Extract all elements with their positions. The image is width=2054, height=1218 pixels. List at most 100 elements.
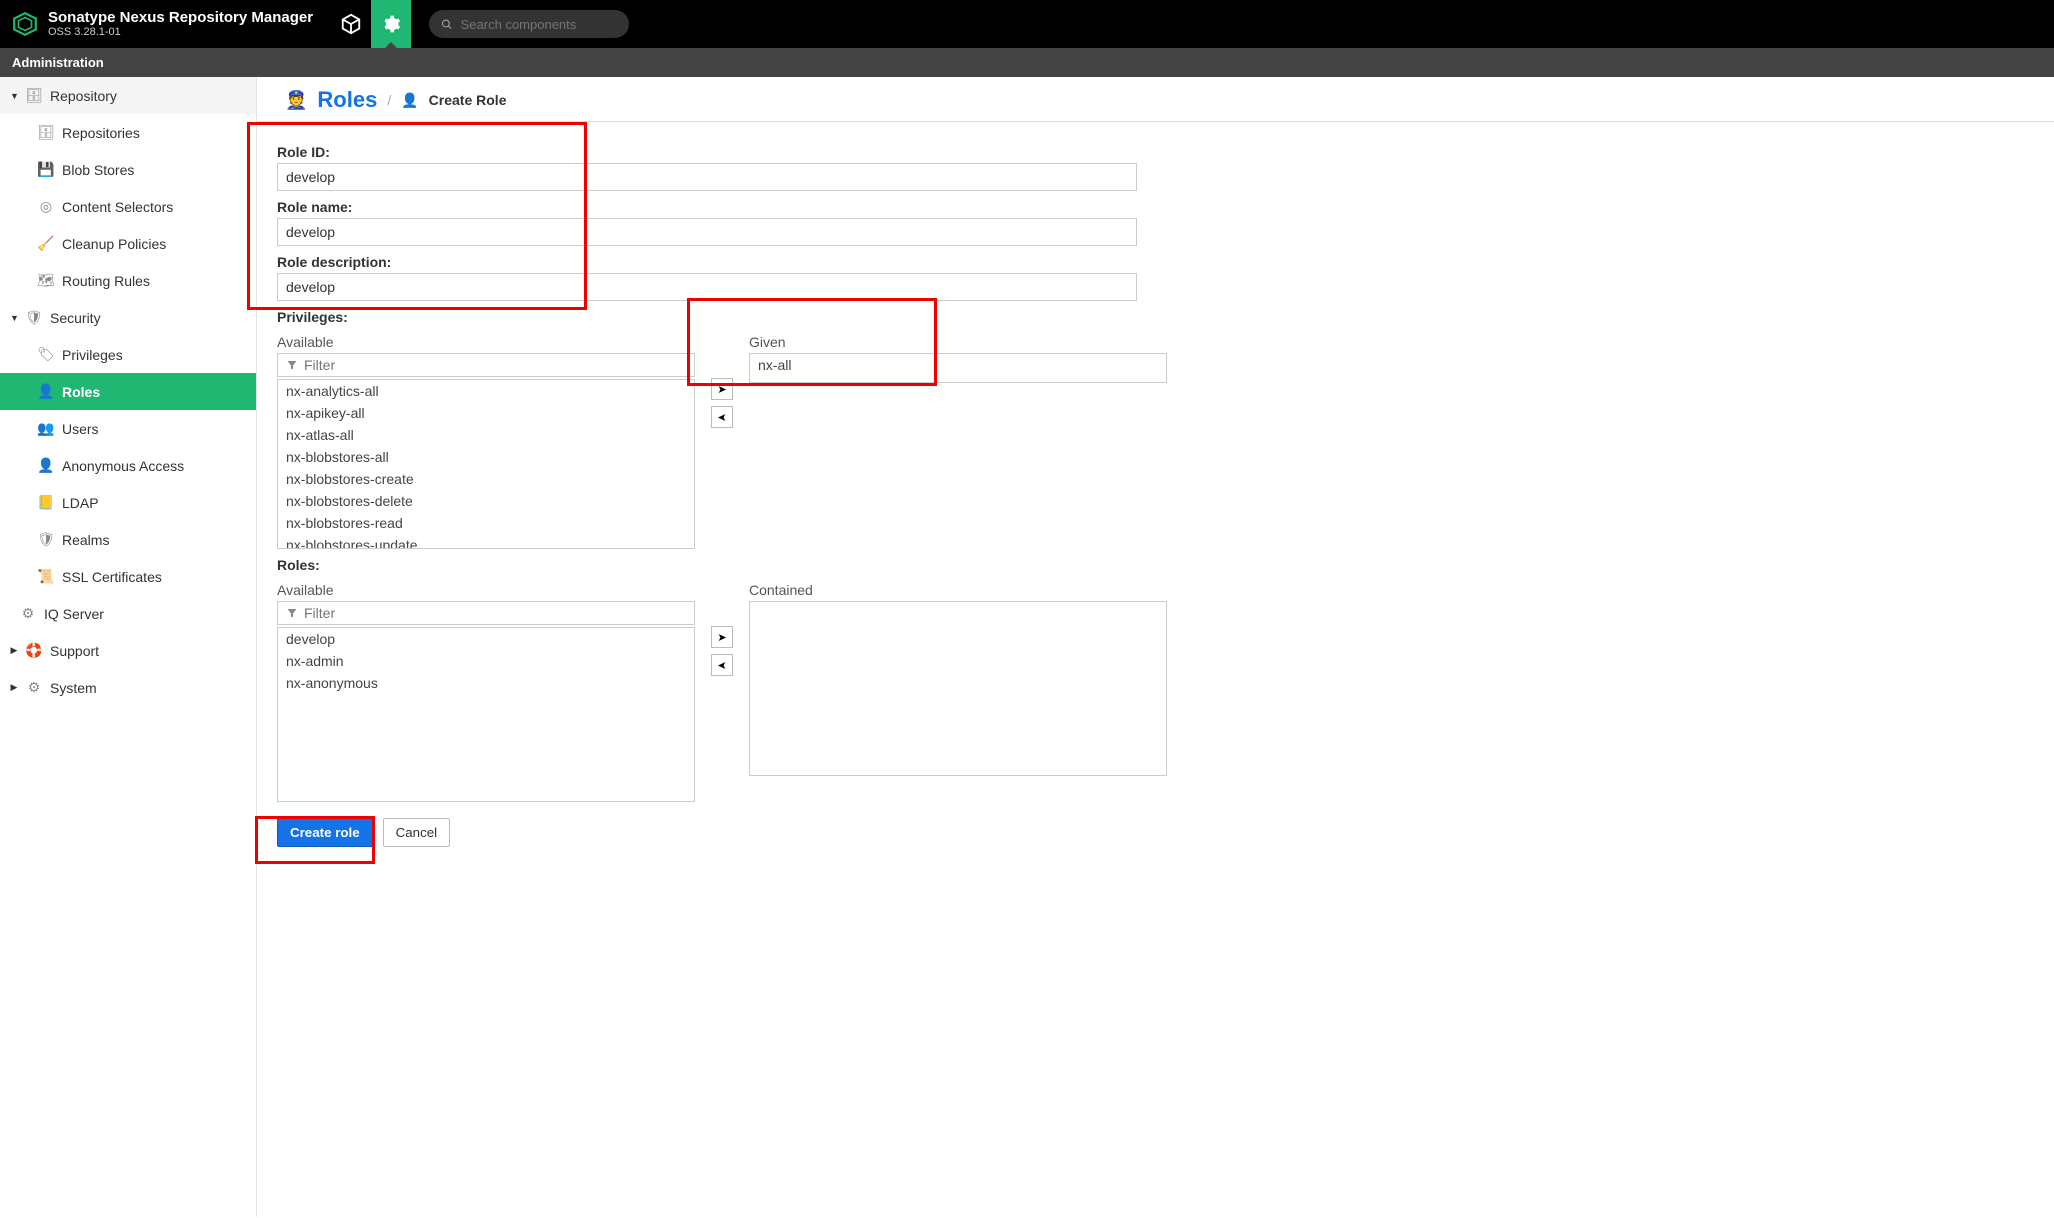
sidebar-group-security[interactable]: ▼ 🛡 Security	[0, 299, 256, 336]
list-item[interactable]: nx-blobstores-delete	[278, 490, 694, 512]
privileges-available-list[interactable]: nx-analytics-allnx-apikey-allnx-atlas-al…	[277, 379, 695, 549]
available-label: Available	[277, 334, 695, 350]
list-item[interactable]: nx-analytics-all	[278, 380, 694, 402]
database-icon: 🗄	[38, 124, 54, 141]
move-right-button[interactable]: ➤	[711, 378, 733, 400]
admin-subbar: Administration	[0, 48, 2054, 77]
sidebar-group-system[interactable]: ▶ ⚙ System	[0, 669, 256, 706]
sidebar-group-label: System	[50, 680, 97, 696]
sidebar-group-iq-server[interactable]: ⚙ IQ Server	[0, 595, 256, 632]
database-icon: 🗄	[26, 87, 42, 104]
move-left-button[interactable]: ➤	[711, 406, 733, 428]
admin-mode-button[interactable]	[371, 0, 411, 48]
sidebar-item-anonymous[interactable]: 👤Anonymous Access	[0, 447, 256, 484]
list-item[interactable]: nx-blobstores-create	[278, 468, 694, 490]
caret-right-icon: ▶	[10, 645, 18, 656]
layers-icon: ◎	[38, 198, 54, 215]
roles-available-list[interactable]: developnx-adminnx-anonymous	[277, 627, 695, 802]
privileges-filter-input[interactable]	[304, 357, 686, 373]
sidebar-group-label: Support	[50, 643, 99, 659]
search-box[interactable]	[429, 10, 629, 38]
roles-filter-box[interactable]	[277, 601, 695, 625]
role-desc-label: Role description:	[277, 254, 2034, 270]
sidebar-item-content-selectors[interactable]: ◎Content Selectors	[0, 188, 256, 225]
list-item[interactable]: nx-blobstores-all	[278, 446, 694, 468]
role-id-label: Role ID:	[277, 144, 2034, 160]
logo-block: Sonatype Nexus Repository Manager OSS 3.…	[12, 10, 313, 39]
sidebar-item-ldap[interactable]: 📒LDAP	[0, 484, 256, 521]
list-item[interactable]: nx-all	[750, 354, 1166, 376]
sidebar-item-repositories[interactable]: 🗄Repositories	[0, 114, 256, 151]
roles-filter-input[interactable]	[304, 605, 686, 621]
caret-down-icon: ▼	[10, 91, 18, 101]
sidebar-item-privileges[interactable]: 🏷Privileges	[0, 336, 256, 373]
available-label: Available	[277, 582, 695, 598]
sidebar-item-blob-stores[interactable]: 💾Blob Stores	[0, 151, 256, 188]
sidebar-group-repository[interactable]: ▼ 🗄 Repository	[0, 77, 256, 114]
list-item[interactable]: nx-atlas-all	[278, 424, 694, 446]
list-item[interactable]: nx-blobstores-read	[278, 512, 694, 534]
hdd-icon: 💾	[38, 161, 54, 178]
user-role-icon: 👤	[38, 383, 54, 400]
move-right-button[interactable]: ➤	[711, 626, 733, 648]
contained-label: Contained	[749, 582, 1167, 598]
sidebar-item-ssl[interactable]: 📜SSL Certificates	[0, 558, 256, 595]
sidebar-item-roles[interactable]: 👤Roles	[0, 373, 256, 410]
search-input[interactable]	[461, 17, 617, 32]
sidebar: ▼ 🗄 Repository 🗄Repositories 💾Blob Store…	[0, 77, 257, 1217]
sidebar-item-cleanup-policies[interactable]: 🧹Cleanup Policies	[0, 225, 256, 262]
roles-dual-list: Available developnx-adminnx-anonymous ➤ …	[277, 576, 2034, 802]
filter-icon	[286, 607, 298, 619]
privileges-given-list[interactable]: nx-all	[749, 353, 1167, 383]
certificate-icon: 📜	[38, 568, 54, 585]
role-desc-input[interactable]	[277, 273, 1137, 301]
caret-down-icon: ▼	[10, 313, 18, 323]
caret-right-icon: ▶	[10, 682, 18, 693]
breadcrumb-sep: /	[387, 92, 391, 108]
app-version: OSS 3.28.1-01	[48, 26, 313, 38]
top-bar: Sonatype Nexus Repository Manager OSS 3.…	[0, 0, 2054, 48]
shield-icon: 🛡	[38, 531, 54, 548]
create-role-button[interactable]: Create role	[277, 818, 373, 847]
breadcrumb: 👮 Roles / 👤 Create Role	[257, 77, 2054, 122]
role-name-input[interactable]	[277, 218, 1137, 246]
privileges-mover: ➤ ➤	[711, 378, 733, 428]
broom-icon: 🧹	[38, 235, 54, 252]
map-icon: 🗺	[38, 272, 54, 289]
privileges-filter-box[interactable]	[277, 353, 695, 377]
anon-icon: 👤	[38, 457, 54, 474]
sidebar-item-realms[interactable]: 🛡Realms	[0, 521, 256, 558]
main-content: 👮 Roles / 👤 Create Role Role ID: Role na…	[257, 77, 2054, 1217]
users-icon: 👥	[38, 420, 54, 437]
form-actions: Create role Cancel	[277, 818, 2034, 847]
book-icon: 📒	[38, 494, 54, 511]
user-icon: 👤	[401, 92, 418, 109]
app-title: Sonatype Nexus Repository Manager	[48, 10, 313, 27]
list-item[interactable]: nx-blobstores-update	[278, 534, 694, 549]
gear-icon: ⚙	[26, 679, 42, 696]
list-item[interactable]: nx-apikey-all	[278, 402, 694, 424]
given-label: Given	[749, 334, 1167, 350]
list-item[interactable]: nx-admin	[278, 650, 694, 672]
search-icon	[441, 18, 453, 31]
move-left-button[interactable]: ➤	[711, 654, 733, 676]
badge-icon: 🏷	[38, 346, 54, 363]
sidebar-item-routing-rules[interactable]: 🗺Routing Rules	[0, 262, 256, 299]
breadcrumb-sub: Create Role	[429, 92, 507, 108]
breadcrumb-main[interactable]: Roles	[317, 87, 377, 113]
cancel-button[interactable]: Cancel	[383, 818, 451, 847]
roles-icon: 👮	[285, 90, 307, 111]
role-id-input[interactable]	[277, 163, 1137, 191]
roles-contained-list[interactable]	[749, 601, 1167, 776]
sidebar-group-label: Security	[50, 310, 101, 326]
privileges-label: Privileges:	[277, 309, 2034, 325]
browse-mode-button[interactable]	[331, 0, 371, 48]
form-area: Role ID: Role name: Role description: Pr…	[257, 122, 2054, 867]
privileges-dual-list: Available nx-analytics-allnx-apikey-alln…	[277, 328, 2034, 549]
sidebar-item-users[interactable]: 👥Users	[0, 410, 256, 447]
nexus-logo-icon	[12, 11, 38, 37]
sidebar-group-support[interactable]: ▶ 🛟 Support	[0, 632, 256, 669]
role-name-label: Role name:	[277, 199, 2034, 215]
list-item[interactable]: nx-anonymous	[278, 672, 694, 694]
list-item[interactable]: develop	[278, 628, 694, 650]
